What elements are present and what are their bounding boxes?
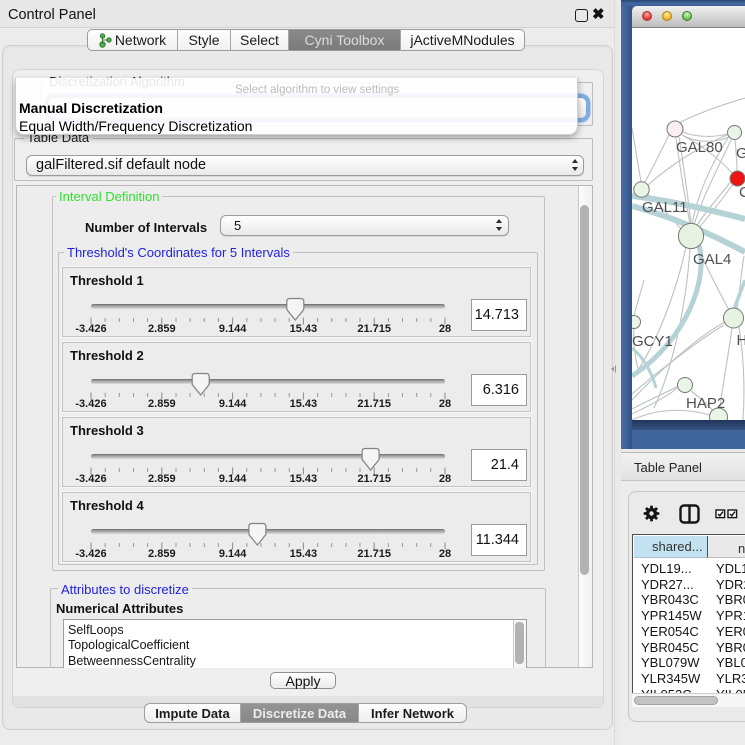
- svg-text:GA: GA: [736, 145, 745, 162]
- svg-text:HAP2: HAP2: [686, 395, 725, 412]
- svg-text:C: C: [739, 184, 745, 201]
- svg-text:GAL11: GAL11: [642, 199, 688, 216]
- svg-text:GAL4: GAL4: [693, 251, 731, 268]
- svg-text:GAL80: GAL80: [676, 139, 723, 156]
- svg-text:H: H: [737, 332, 745, 349]
- svg-text:GCY1: GCY1: [632, 333, 673, 350]
